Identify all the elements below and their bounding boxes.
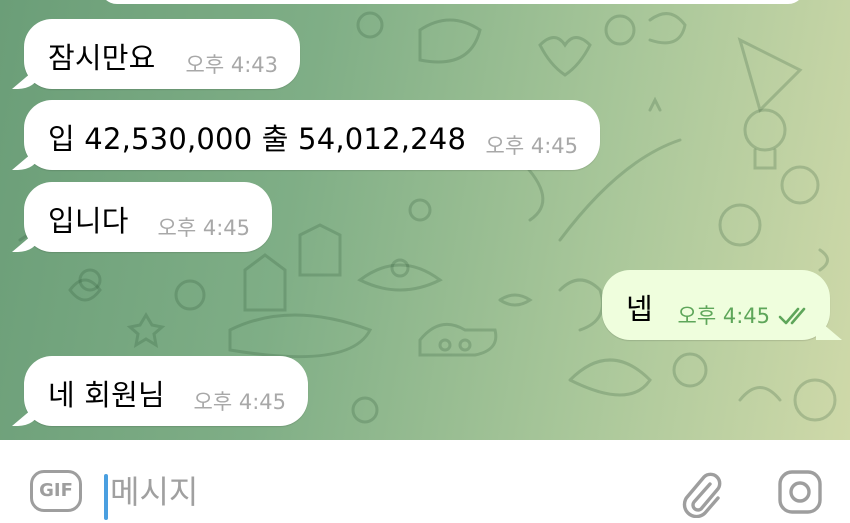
message-bubble-outgoing[interactable]: 넵 오후 4:45 <box>602 270 830 340</box>
message-bubble-incoming[interactable]: 잠시만요 오후 4:43 <box>24 19 300 89</box>
message-time: 오후 4:45 <box>157 216 250 240</box>
message-time: 오후 4:45 <box>677 304 770 328</box>
message-bubble-incoming[interactable]: 네 회원님 오후 4:45 <box>24 356 308 426</box>
double-check-icon <box>778 307 806 325</box>
previous-message-bubble[interactable] <box>100 0 805 4</box>
paperclip-icon[interactable] <box>680 470 724 518</box>
gif-icon[interactable]: GIF <box>30 470 82 512</box>
message-text: 넵 <box>626 292 653 326</box>
message-time: 오후 4:45 <box>193 390 286 414</box>
message-text: 네 회원님 <box>48 378 165 412</box>
message-bubble-incoming[interactable]: 입 42,530,000 출 54,012,248 오후 4:45 <box>24 100 600 170</box>
message-text: 잠시만요 <box>48 41 156 75</box>
message-time: 오후 4:45 <box>485 134 578 158</box>
chat-area[interactable]: 잠시만요 오후 4:43 입 42,530,000 출 54,012,248 오… <box>0 0 850 440</box>
message-input[interactable] <box>110 466 650 518</box>
message-time: 오후 4:43 <box>185 53 278 77</box>
camera-icon[interactable] <box>776 468 824 516</box>
message-text: 입니다 <box>48 204 129 238</box>
message-text: 입 42,530,000 출 54,012,248 <box>48 122 467 156</box>
text-cursor <box>104 474 108 520</box>
message-bubble-incoming[interactable]: 입니다 오후 4:45 <box>24 182 272 252</box>
